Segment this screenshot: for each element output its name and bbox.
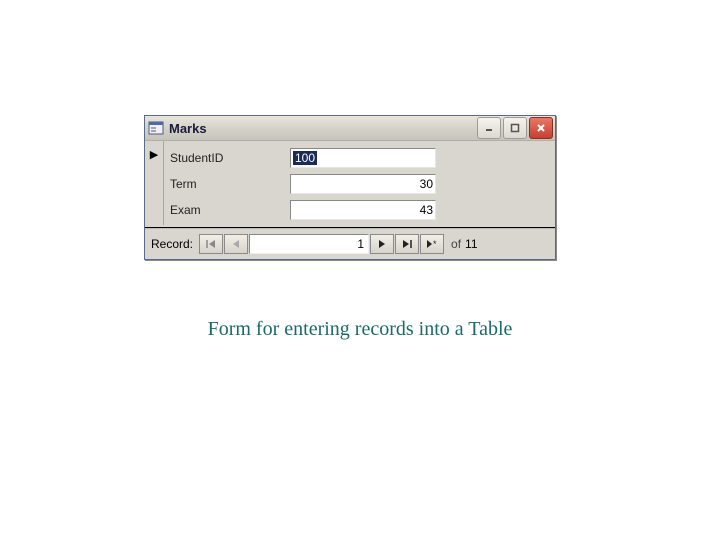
window-buttons <box>477 117 553 139</box>
maximize-button[interactable] <box>503 117 527 139</box>
window-title: Marks <box>169 121 477 136</box>
term-input[interactable] <box>290 174 436 194</box>
studentid-value: 100 <box>293 151 317 165</box>
fields-area: StudentID 100 Term Exam <box>164 141 555 225</box>
nav-total: 11 <box>465 237 477 251</box>
nav-new-record-button[interactable]: * <box>420 234 444 254</box>
record-selector-column: ▶ <box>145 141 164 225</box>
form-body: ▶ StudentID 100 Term Exam <box>145 141 555 225</box>
field-label: StudentID <box>170 151 290 165</box>
form-icon <box>148 120 164 136</box>
field-label: Exam <box>170 203 290 217</box>
record-number-input[interactable]: 1 <box>249 234 369 254</box>
nav-last-button[interactable] <box>395 234 419 254</box>
record-navigator: Record: 1 * of 11 <box>145 228 555 259</box>
minimize-button[interactable] <box>477 117 501 139</box>
nav-first-button[interactable] <box>199 234 223 254</box>
field-row-exam: Exam <box>164 197 555 223</box>
exam-value[interactable] <box>293 203 433 217</box>
figure-caption: Form for entering records into a Table <box>0 318 720 341</box>
studentid-input[interactable]: 100 <box>290 148 436 168</box>
field-row-term: Term <box>164 171 555 197</box>
titlebar[interactable]: Marks <box>145 116 555 141</box>
exam-input[interactable] <box>290 200 436 220</box>
close-button[interactable] <box>529 117 553 139</box>
nav-next-button[interactable] <box>370 234 394 254</box>
nav-prev-button[interactable] <box>224 234 248 254</box>
svg-text:*: * <box>433 239 437 249</box>
term-value[interactable] <box>293 177 433 191</box>
field-row-studentid: StudentID 100 <box>164 145 555 171</box>
nav-label: Record: <box>151 237 193 251</box>
nav-of-label: of <box>451 237 461 251</box>
form-window: Marks ▶ StudentID 100 <box>144 115 556 260</box>
field-label: Term <box>170 177 290 191</box>
current-record-marker[interactable]: ▶ <box>145 141 163 167</box>
